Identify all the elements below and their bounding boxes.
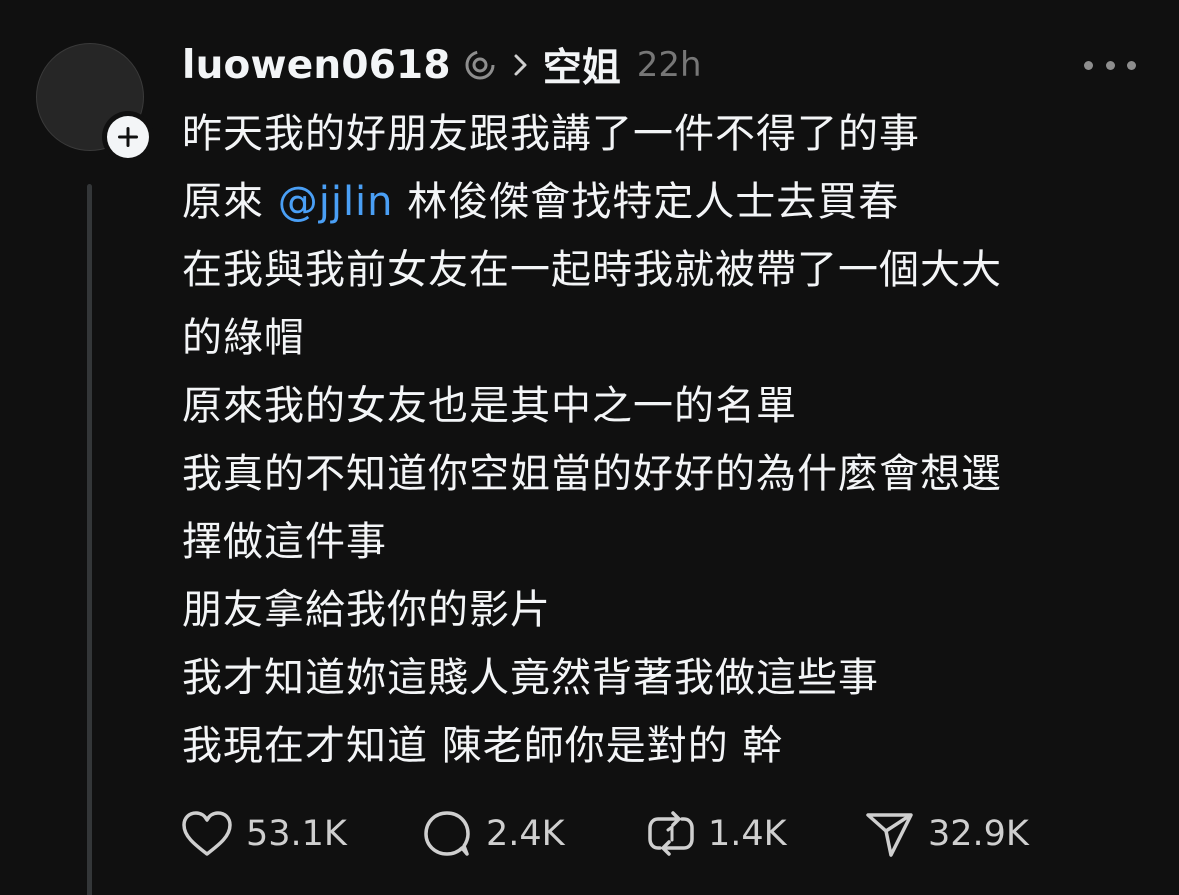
chevron-right-icon xyxy=(511,52,531,78)
post-text-line: 擇做這件事 xyxy=(182,519,387,565)
verified-badge-icon xyxy=(463,48,497,82)
timestamp: 22h xyxy=(636,45,702,85)
repost-count: 1.4K xyxy=(708,814,787,854)
heart-icon xyxy=(182,811,232,856)
post-text-line: 我才知道妳這賤人竟然背著我做這些事 xyxy=(182,655,879,701)
username[interactable]: luowen0618 xyxy=(182,43,451,88)
like-count: 53.1K xyxy=(246,814,347,854)
post-text-line: 我現在才知道 陳老師你是對的 幹 xyxy=(182,723,784,769)
reply-count: 2.4K xyxy=(486,814,565,854)
post-text-line: 的綠帽 xyxy=(182,315,305,361)
post-text-line: 我真的不知道你空姐當的好好的為什麼會想選 xyxy=(182,451,1002,497)
plus-icon xyxy=(118,127,138,147)
post-text-segment: 原來 xyxy=(182,179,278,225)
post-text-line: 原來我的女友也是其中之一的名單 xyxy=(182,383,797,429)
post-header: luowen0618 空姐 22h xyxy=(182,38,702,92)
reply-button[interactable]: 2.4K xyxy=(422,806,565,862)
repost-icon xyxy=(648,811,694,856)
post-text-line: 朋友拿給我你的影片 xyxy=(182,587,551,633)
post-text: 昨天我的好朋友跟我講了一件不得了的事 原來 @jjlin 林俊傑會找特定人士去買… xyxy=(182,100,1142,780)
like-button[interactable]: 53.1K xyxy=(180,806,347,862)
topic-tag[interactable]: 空姐 xyxy=(543,37,621,93)
comment-bubble-icon xyxy=(424,811,470,856)
post-text-line: 昨天我的好朋友跟我講了一件不得了的事 xyxy=(182,111,920,157)
share-count: 32.9K xyxy=(928,814,1029,854)
follow-button[interactable] xyxy=(102,111,154,163)
post-text-line: 原來 @jjlin 林俊傑會找特定人士去買春 xyxy=(182,168,1142,236)
share-button[interactable]: 32.9K xyxy=(864,806,1029,862)
send-icon xyxy=(866,813,913,857)
post-text-segment: 林俊傑會找特定人士去買春 xyxy=(393,179,900,225)
mention-link[interactable]: @jjlin xyxy=(278,179,394,225)
post-text-line: 在我與我前女友在一起時我就被帶了一個大大 xyxy=(182,247,1002,293)
thread-line xyxy=(87,184,92,895)
more-options-icon[interactable] xyxy=(1084,50,1136,80)
repost-button[interactable]: 1.4K xyxy=(646,806,787,862)
